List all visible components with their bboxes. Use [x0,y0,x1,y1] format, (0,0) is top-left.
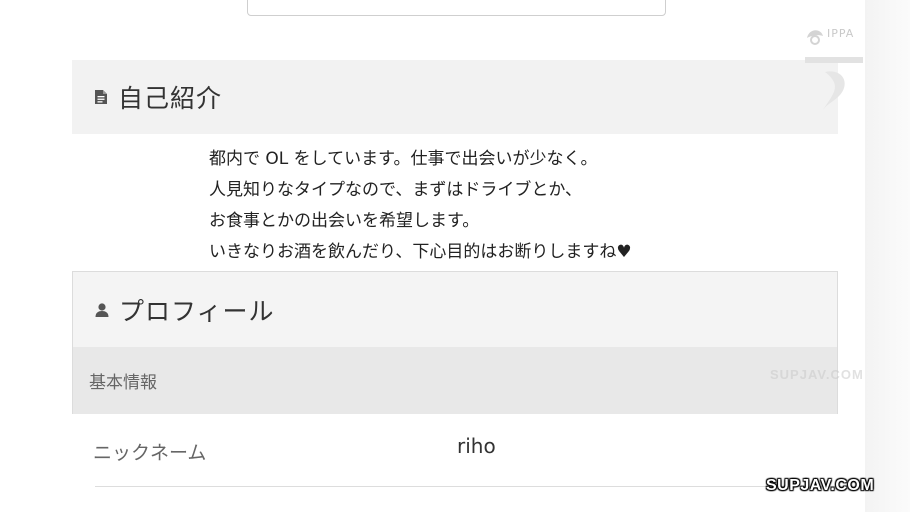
watermark-text: SUPJAV.COM [766,477,875,494]
intro-header: 自己紹介 [72,60,838,134]
intro-text: 都内で OL をしています。仕事で出会いが少なく。 人見知りなタイプなので、まず… [209,144,769,268]
profile-header: プロフィール [72,271,838,347]
watermark-text: SUPJAV.COM [770,367,864,382]
person-icon [93,301,111,319]
row-divider [95,486,838,487]
watermark-logo-text: IPPA [827,27,855,40]
intro-line: いきなりお酒を飲んだり、下心目的はお断りしますね♥ [209,242,632,262]
intro-line: 人見知りなタイプなので、まずはドライブとか、 [209,180,582,200]
intro-title: 自己紹介 [118,84,223,113]
basic-info-label: 基本情報 [89,373,157,393]
nickname-value: riho [457,434,496,458]
search-input[interactable] [247,0,666,16]
side-strip [865,0,910,512]
profile-title: プロフィール [119,296,275,326]
basic-info-bar: 基本情報 [72,347,838,414]
intro-line: お食事とかの出会いを希望します。 [209,211,480,231]
table-row: ニックネーム riho [93,426,838,474]
profile-page: 自己紹介 都内で OL をしています。仕事で出会いが少なく。 人見知りなタイプな… [0,0,910,512]
nickname-label: ニックネーム [93,442,207,464]
intro-line: 都内で OL をしています。仕事で出会いが少なく。 [209,149,598,169]
document-icon [92,88,110,106]
